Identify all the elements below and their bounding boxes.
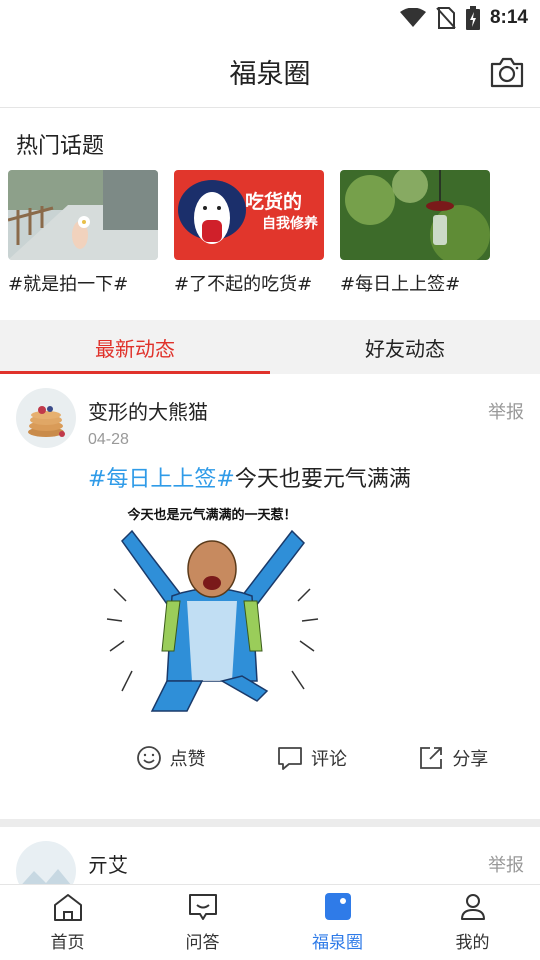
post-image-caption: 今天也是元气满满的一天惹！ [126,507,296,523]
tab-friends[interactable]: 好友动态 [270,320,540,374]
comment-label: 评论 [310,749,347,770]
post-image[interactable]: 今天也是元气满满的一天惹！ [92,501,332,719]
nav-mine[interactable]: 我的 [405,885,540,960]
camera-icon[interactable] [490,56,524,88]
home-icon [53,894,82,921]
report-button[interactable]: 举报 [488,398,524,424]
tab-latest[interactable]: 最新动态 [0,320,270,374]
topic-image-text-2: 自我修养 [262,215,319,232]
status-bar: 8:14 [0,0,540,36]
battery-icon [465,6,480,30]
topic-card[interactable]: #就是拍一下# [8,170,158,320]
like-button[interactable]: 点赞 [136,737,206,779]
circle-icon [324,893,351,920]
share-icon [420,747,443,769]
feed-tabs: 最新动态 好友动态 [0,320,540,374]
hot-topics-list: #就是拍一下# 吃货的 自我修养 #了不起的吃货# #每日上上签# [0,170,540,320]
topic-label: #每日上上签# [340,274,461,295]
topic-card[interactable]: #每日上上签# [340,170,490,320]
nav-home[interactable]: 首页 [0,885,135,960]
report-button[interactable]: 举报 [488,851,524,877]
wifi-icon [399,8,426,27]
topic-image[interactable]: 吃货的 自我修养 [174,170,324,260]
comment-icon [278,747,302,770]
smile-icon [136,746,161,770]
post-actions: 点赞 评论 分享 [16,719,524,779]
app-header: 福泉圈 [0,36,540,108]
topic-label: #就是拍一下# [8,274,129,295]
bottom-nav: 首页 问答 福泉圈 我的 [0,884,540,960]
post-divider [0,819,540,827]
status-time: 8:14 [489,7,528,28]
post-text: #每日上上签#今天也要元气满满 [88,461,524,493]
topic-card[interactable]: 吃货的 自我修养 #了不起的吃货# [174,170,324,320]
share-label: 分享 [452,749,489,770]
feed-post: 变形的大熊猫 04-28 举报 #每日上上签#今天也要元气满满 今天也是元气满满… [0,374,540,779]
nav-home-label: 首页 [50,933,85,953]
post-date: 04-28 [88,431,129,448]
share-button[interactable]: 分享 [418,737,488,779]
topic-label: #了不起的吃货# [174,274,313,295]
nav-circle-label: 福泉圈 [312,933,363,953]
topic-image-text-1: 吃货的 [245,190,302,213]
user-icon [460,894,485,920]
hot-topics-title: 热门话题 [16,134,105,159]
post-hashtag[interactable]: #每日上上签# [88,467,235,492]
avatar[interactable] [16,388,76,448]
post-body: 今天也要元气满满 [234,467,411,492]
nav-circle[interactable]: 福泉圈 [270,885,405,960]
post-author[interactable]: 变形的大熊猫 [88,396,208,425]
topic-image[interactable] [8,170,158,260]
no-sim-icon [436,7,456,29]
page-title: 福泉圈 [229,59,311,90]
nav-qa[interactable]: 问答 [135,885,270,960]
nav-qa-label: 问答 [185,933,220,953]
comment-button[interactable]: 评论 [277,737,347,779]
topic-image[interactable] [340,170,490,260]
nav-mine-label: 我的 [455,933,490,953]
post-author[interactable]: 亓艾 [88,849,129,878]
chat-icon [188,894,217,920]
like-label: 点赞 [169,749,206,770]
